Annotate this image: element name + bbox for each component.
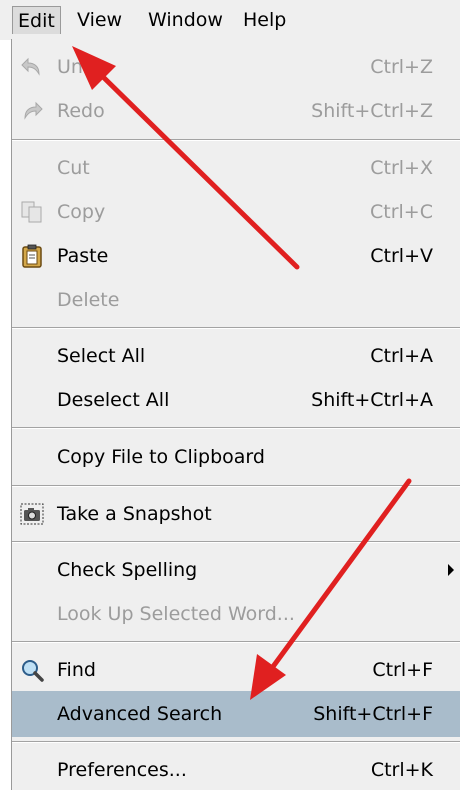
menu-item-shortcut: Ctrl+C (370, 201, 433, 223)
menu-item-redo[interactable]: Redo Shift+Ctrl+Z (12, 88, 460, 134)
menu-item-shortcut: Ctrl+A (370, 345, 433, 367)
menu-item-label: Copy File to Clipboard (57, 446, 265, 468)
submenu-arrow-icon (448, 564, 454, 576)
menu-item-label: Check Spelling (57, 559, 198, 581)
copy-icon (20, 200, 44, 224)
menu-item-select-all[interactable]: Select All Ctrl+A (12, 333, 460, 379)
menu-item-deselect-all[interactable]: Deselect All Shift+Ctrl+A (12, 377, 460, 423)
menu-separator (12, 327, 460, 329)
menu-separator (12, 541, 460, 543)
menu-item-undo[interactable]: Undo Ctrl+Z (12, 44, 460, 90)
magnifier-icon (20, 658, 44, 682)
undo-icon (20, 55, 44, 79)
menu-item-copy[interactable]: Copy Ctrl+C (12, 189, 460, 235)
menu-item-shortcut: Shift+Ctrl+Z (311, 100, 433, 122)
menu-view[interactable]: View (72, 6, 127, 34)
menu-item-label: Delete (57, 289, 120, 311)
menu-item-advanced-search[interactable]: Advanced Search Shift+Ctrl+F (12, 691, 460, 737)
menu-item-find[interactable]: Find Ctrl+F (12, 647, 460, 693)
menu-item-preferences[interactable]: Preferences... Ctrl+K (12, 747, 460, 793)
camera-icon (20, 502, 44, 526)
menu-item-look-up-selected-word[interactable]: Look Up Selected Word... (12, 591, 460, 637)
menu-item-shortcut: Shift+Ctrl+F (313, 703, 433, 725)
menu-item-shortcut: Ctrl+K (370, 759, 433, 781)
menu-item-shortcut: Ctrl+V (370, 245, 433, 267)
menu-item-copy-file-to-clipboard[interactable]: Copy File to Clipboard (12, 434, 460, 480)
menu-item-label: Look Up Selected Word... (57, 603, 295, 625)
menu-item-label: Deselect All (57, 389, 170, 411)
menu-item-label: Cut (57, 157, 90, 179)
menu-separator (12, 641, 460, 643)
menu-help[interactable]: Help (238, 6, 291, 34)
menu-item-label: Paste (57, 245, 109, 267)
menu-item-delete[interactable]: Delete (12, 277, 460, 323)
menu-item-label: Select All (57, 345, 146, 367)
edit-menu-dropdown: Undo Ctrl+Z Redo Shift+Ctrl+Z Cut Ctrl+X… (11, 39, 460, 790)
menu-item-check-spelling[interactable]: Check Spelling (12, 547, 460, 593)
menu-item-label: Take a Snapshot (57, 503, 212, 525)
menu-item-take-snapshot[interactable]: Take a Snapshot (12, 491, 460, 537)
menu-edit[interactable]: Edit (12, 6, 61, 34)
menu-item-label: Redo (57, 100, 105, 122)
menu-item-cut[interactable]: Cut Ctrl+X (12, 145, 460, 191)
menu-item-label: Advanced Search (57, 703, 223, 725)
menu-item-shortcut: Shift+Ctrl+A (311, 389, 433, 411)
menu-window[interactable]: Window (143, 6, 228, 34)
menu-item-shortcut: Ctrl+F (372, 659, 433, 681)
menu-item-label: Copy (57, 201, 106, 223)
menu-item-shortcut: Ctrl+Z (370, 56, 433, 78)
menu-item-paste[interactable]: Paste Ctrl+V (12, 233, 460, 279)
redo-icon (20, 99, 44, 123)
menu-separator (12, 427, 460, 429)
menu-item-shortcut: Ctrl+X (370, 157, 433, 179)
menu-bar: Edit View Window Help (0, 0, 460, 40)
menu-separator (12, 741, 460, 743)
clipboard-icon (20, 244, 44, 268)
menu-item-label: Preferences... (57, 759, 187, 781)
menu-item-label: Undo (57, 56, 107, 78)
menu-separator (12, 485, 460, 487)
menu-item-label: Find (57, 659, 96, 681)
menu-separator (12, 139, 460, 141)
